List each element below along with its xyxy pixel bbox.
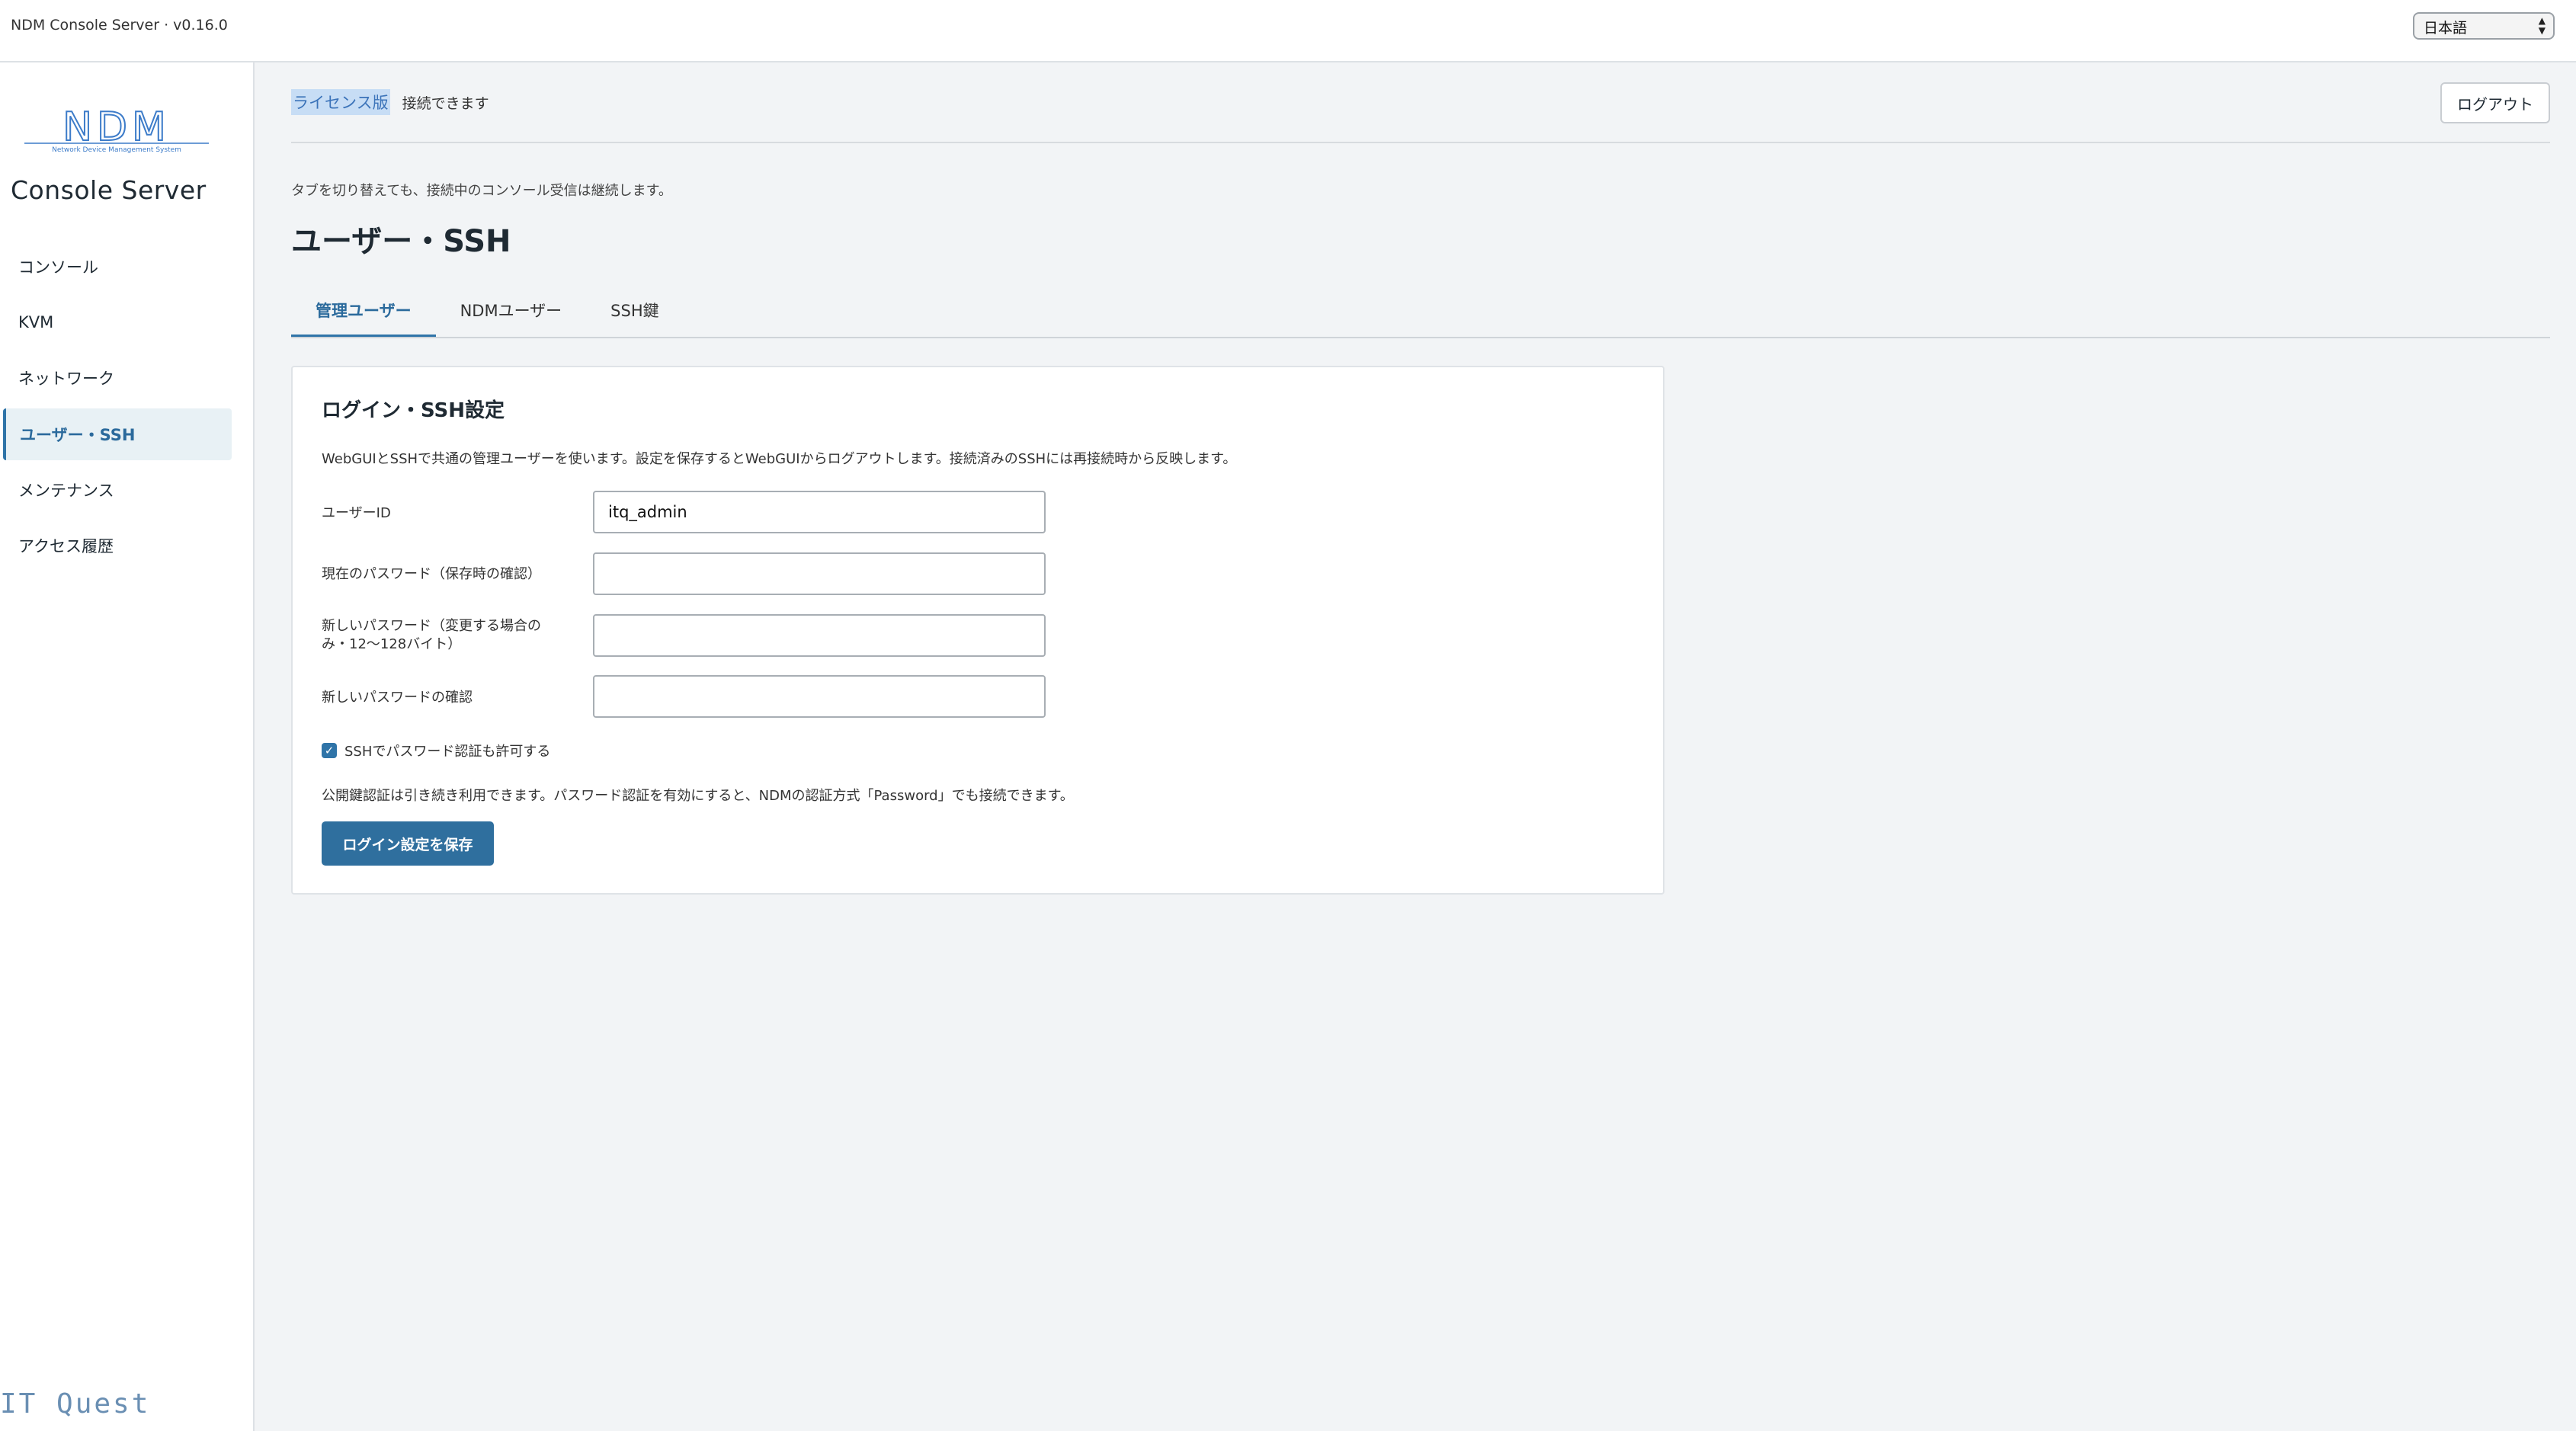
sidebar-item-maintenance[interactable]: メンテナンス <box>3 464 232 516</box>
save-login-settings-button[interactable]: ログイン設定を保存 <box>322 821 494 866</box>
connection-status: 接続できます <box>402 94 489 112</box>
confirm-password-label: 新しいパスワードの確認 <box>322 690 473 706</box>
ssh-password-auth-checkbox[interactable]: ✓ <box>322 743 337 758</box>
divider <box>291 142 2550 143</box>
footer-brand: IT Quest <box>0 1388 151 1420</box>
top-bar: NDM Console Server · v0.16.0 日本語 ▲ ▼ <box>0 0 2576 62</box>
sidebar-item-network[interactable]: ネットワーク <box>3 352 232 404</box>
sidebar-item-label: KVM <box>18 313 54 331</box>
new-password-input[interactable] <box>593 614 1046 657</box>
language-select[interactable]: 日本語 ▲ ▼ <box>2413 12 2555 40</box>
current-password-label: 現在のパスワード（保存時の確認） <box>322 566 541 582</box>
logout-button[interactable]: ログアウト <box>2440 82 2550 123</box>
current-password-input[interactable] <box>593 552 1046 595</box>
sidebar-item-label: アクセス履歴 <box>18 537 114 555</box>
sidebar-brand: Console Server <box>11 175 207 205</box>
tab-divider <box>291 337 2550 338</box>
license-badge: ライセンス版 <box>291 89 390 115</box>
confirm-password-input[interactable] <box>593 675 1046 718</box>
sidebar-item-access-history[interactable]: アクセス履歴 <box>3 520 232 571</box>
ssh-password-auth-row[interactable]: ✓ SSHでパスワード認証も許可する <box>322 741 550 760</box>
ndm-logo: NDM Network Device Management System <box>24 107 209 154</box>
ssh-password-auth-label[interactable]: SSHでパスワード認証も許可する <box>344 741 550 760</box>
tab-ssh-key[interactable]: SSH鍵 <box>586 282 683 338</box>
user-id-input[interactable] <box>593 491 1046 533</box>
sidebar: NDM Network Device Management System Con… <box>0 62 255 1431</box>
sidebar-item-user-ssh[interactable]: ユーザー・SSH <box>3 408 232 460</box>
sidebar-item-label: ユーザー・SSH <box>20 426 136 444</box>
sidebar-item-console[interactable]: コンソール <box>3 241 232 293</box>
sidebar-item-label: コンソール <box>18 258 98 277</box>
svg-text:Network Device Management Syst: Network Device Management System <box>52 146 181 154</box>
tab-admin-user[interactable]: 管理ユーザー <box>291 282 436 338</box>
page-title: ユーザー・SSH <box>291 224 511 259</box>
tab-ndm-user[interactable]: NDMユーザー <box>436 282 587 338</box>
language-select-value: 日本語 <box>2424 20 2468 37</box>
card-title: ログイン・SSH設定 <box>322 399 505 422</box>
sidebar-item-label: メンテナンス <box>18 482 114 500</box>
status-row: ライセンス版 接続できます <box>291 88 489 116</box>
sidebar-item-kvm[interactable]: KVM <box>3 296 232 348</box>
select-arrows-icon: ▲ ▼ <box>2538 15 2546 36</box>
new-password-label: 新しいパスワード（変更する場合のみ・12〜128バイト） <box>322 618 541 652</box>
tab-note: タブを切り替えても、接続中のコンソール受信は継続します。 <box>291 183 672 199</box>
public-key-note: 公開鍵認証は引き続き利用できます。パスワード認証を有効にすると、NDMの認証方式… <box>322 788 1074 804</box>
sidebar-item-label: ネットワーク <box>18 370 114 388</box>
card-description: WebGUIとSSHで共通の管理ユーザーを使います。設定を保存するとWebGUI… <box>322 451 1237 467</box>
tab-bar: 管理ユーザー NDMユーザー SSH鍵 <box>291 282 684 338</box>
user-id-label: ユーザーID <box>322 505 391 521</box>
app-title: NDM Console Server · v0.16.0 <box>11 17 228 34</box>
login-ssh-settings-card: ログイン・SSH設定 WebGUIとSSHで共通の管理ユーザーを使います。設定を… <box>291 366 1664 895</box>
